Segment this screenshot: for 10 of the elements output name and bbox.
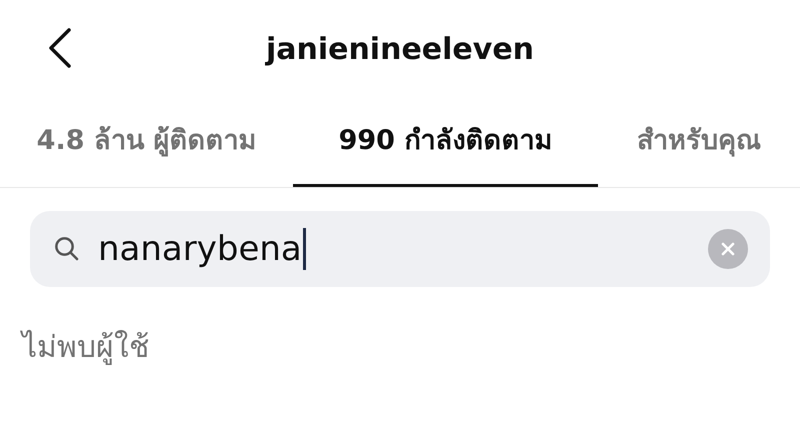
- search-field[interactable]: nanarybena: [30, 211, 770, 287]
- profile-username: janienineeleven: [266, 30, 534, 68]
- back-icon: [48, 28, 72, 68]
- no-results-message: ไม่พบผู้ใช้: [22, 330, 149, 365]
- text-cursor: [302, 228, 306, 270]
- tab[interactable]: สำหรับคุณ: [598, 98, 800, 187]
- tab[interactable]: 990 กำลังติดตาม: [293, 98, 598, 187]
- close-icon: [720, 241, 736, 257]
- search-text: nanarybena: [98, 228, 302, 270]
- tab[interactable]: 4.8 ล้าน ผู้ติดตาม: [0, 98, 293, 187]
